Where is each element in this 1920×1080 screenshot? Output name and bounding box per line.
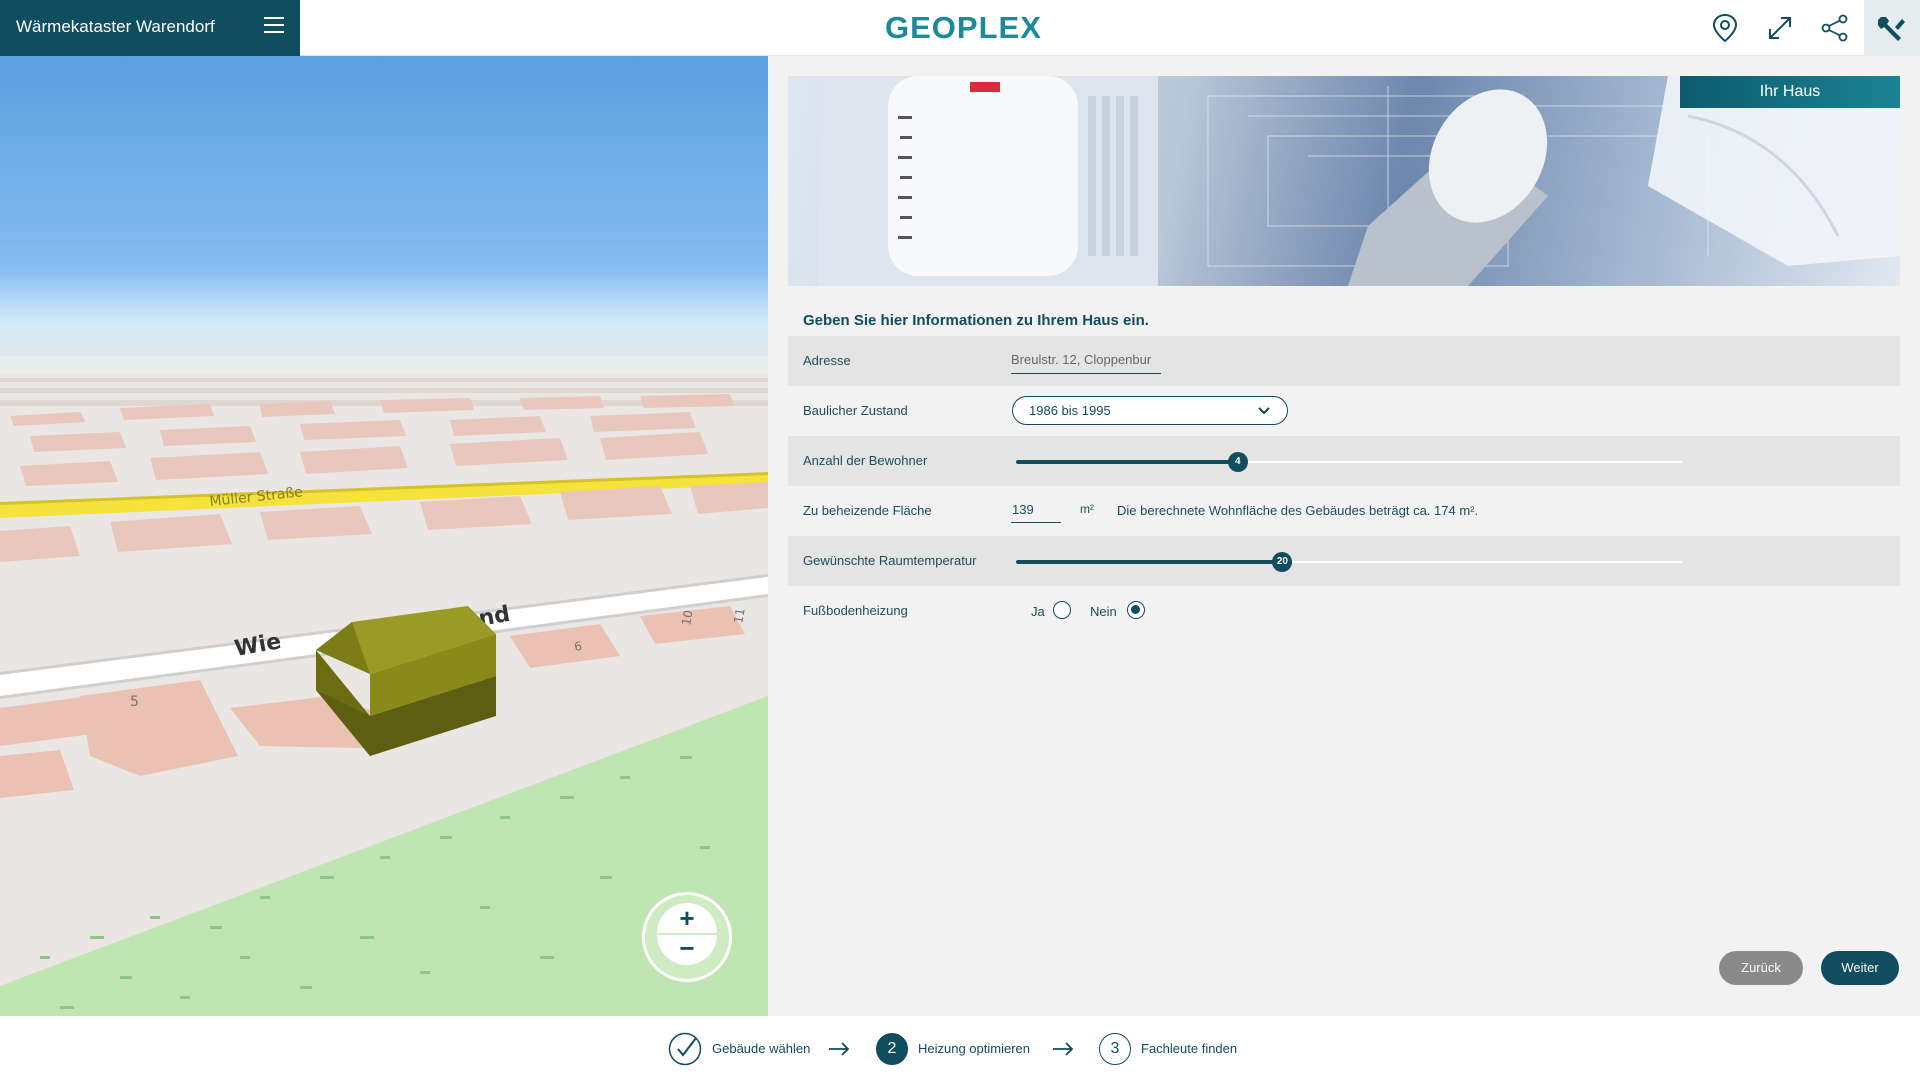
temperature-slider-thumb[interactable]: 20 bbox=[1272, 552, 1293, 572]
address-input[interactable]: Breulstr. 12, Cloppenbur bbox=[1011, 350, 1161, 374]
share-icon[interactable] bbox=[1807, 0, 1863, 56]
floor-heating-yes-label: Ja bbox=[1031, 604, 1045, 619]
step-2-number: 2 bbox=[876, 1033, 908, 1065]
house-number-11: 11 bbox=[731, 607, 747, 624]
step-3-label: Fachleute finden bbox=[1141, 1041, 1238, 1056]
geoplex-logo: GEOPLEX bbox=[885, 10, 1042, 45]
floor-heating-no-label: Nein bbox=[1090, 604, 1117, 619]
temperature-label: Gewünschte Raumtemperatur bbox=[803, 553, 977, 568]
floor-heating-yes-radio[interactable] bbox=[1053, 601, 1071, 619]
next-button[interactable]: Weiter bbox=[1821, 951, 1899, 985]
location-pin-icon[interactable] bbox=[1697, 0, 1753, 56]
zoom-control: + − bbox=[642, 892, 732, 982]
area-unit: m² bbox=[1080, 502, 1094, 516]
step-2-label: Heizung optimieren bbox=[918, 1041, 1031, 1056]
area-label: Zu beheizende Fläche bbox=[803, 503, 932, 518]
floor-heating-row: Fußbodenheizung Ja Nein bbox=[788, 586, 1900, 636]
floor-heating-no-radio[interactable] bbox=[1127, 601, 1145, 619]
residents-label: Anzahl der Bewohner bbox=[803, 453, 928, 468]
condition-row: Baulicher Zustand 1986 bis 1995 bbox=[788, 386, 1900, 436]
residents-slider-thumb[interactable]: 4 bbox=[1227, 452, 1248, 472]
banner-tag: Ihr Haus bbox=[1680, 76, 1900, 108]
stepper-bar: Gebäude wählen 2 Heizung optimieren 3 Fa… bbox=[0, 1016, 1920, 1080]
temperature-slider-fill bbox=[1016, 560, 1283, 564]
step-3-number: 3 bbox=[1099, 1033, 1131, 1065]
wrench-icon[interactable] bbox=[1864, 0, 1920, 56]
house-number-5: 5 bbox=[130, 694, 139, 710]
temperature-slider[interactable]: 20 bbox=[1016, 552, 1682, 572]
address-label: Adresse bbox=[803, 353, 851, 368]
fullscreen-icon[interactable] bbox=[1752, 0, 1808, 56]
app-title: Wärmekataster Warendorf bbox=[16, 17, 215, 36]
banner-image: Ihr Haus bbox=[788, 76, 1900, 286]
condition-select-value: 1986 bis 1995 bbox=[1029, 403, 1111, 418]
residents-slider[interactable]: 4 bbox=[1016, 452, 1682, 472]
chevron-down-icon bbox=[1258, 407, 1270, 415]
area-row: Zu beheizende Fläche 139 m² Die berechne… bbox=[788, 486, 1900, 536]
condition-label: Baulicher Zustand bbox=[803, 403, 908, 418]
menu-icon[interactable] bbox=[264, 17, 284, 37]
form-title: Geben Sie hier Informationen zu Ihrem Ha… bbox=[803, 312, 1149, 329]
residents-slider-fill bbox=[1016, 460, 1238, 464]
temperature-row: Gewünschte Raumtemperatur 20 bbox=[788, 536, 1900, 586]
house-info-panel: Ihr Haus Geben Sie hier Informationen zu… bbox=[768, 56, 1920, 1016]
map-3d-view[interactable]: Müller Straße Wie nd 5 6 10 11 + − bbox=[0, 56, 768, 1016]
back-button[interactable]: Zurück bbox=[1719, 951, 1803, 985]
floor-heating-label: Fußbodenheizung bbox=[803, 603, 908, 618]
area-note: Die berechnete Wohnfläche des Gebäudes b… bbox=[1117, 503, 1479, 518]
header-bar: Wärmekataster Warendorf GEOPLEX bbox=[0, 0, 1920, 56]
arrow-right-icon bbox=[829, 1042, 850, 1056]
arrow-right-icon bbox=[1053, 1042, 1074, 1056]
residents-row: Anzahl der Bewohner 4 bbox=[788, 436, 1900, 486]
condition-select[interactable]: 1986 bis 1995 bbox=[1012, 396, 1288, 425]
area-input[interactable]: 139 bbox=[1011, 499, 1061, 523]
map-canvas: Müller Straße Wie nd 5 6 10 11 bbox=[0, 356, 768, 1016]
step-1-label: Gebäude wählen bbox=[712, 1041, 811, 1056]
address-row: Adresse Breulstr. 12, Cloppenbur bbox=[788, 336, 1900, 386]
checkmark-circle-icon bbox=[668, 1032, 702, 1066]
house-number-10: 10 bbox=[679, 609, 695, 626]
zoom-out-button[interactable]: − bbox=[657, 935, 717, 965]
app-title-box: Wärmekataster Warendorf bbox=[0, 0, 300, 56]
zoom-in-button[interactable]: + bbox=[657, 903, 717, 933]
